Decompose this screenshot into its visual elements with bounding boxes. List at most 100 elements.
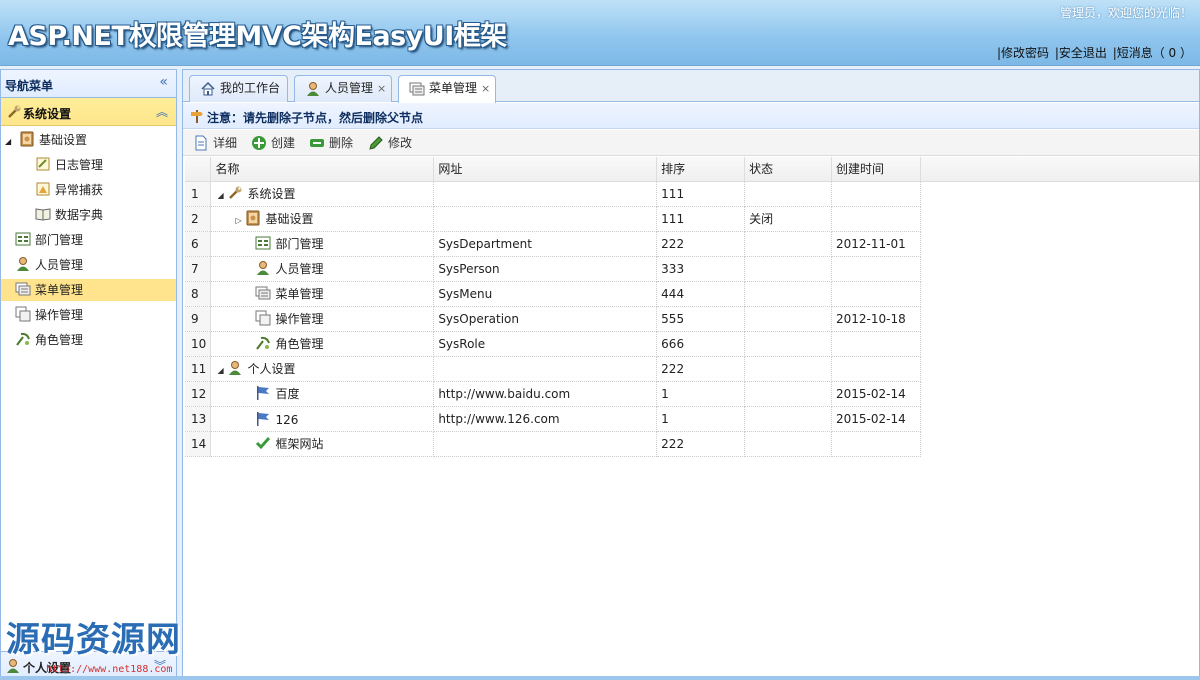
row-name: 菜单管理 (275, 287, 324, 301)
role-icon (16, 332, 30, 346)
status-cell: 关闭 (744, 206, 832, 232)
sidebar-item-role[interactable]: 角色管理 (15, 329, 83, 351)
sidebar-item-exception[interactable]: 异常捕获 (35, 179, 103, 201)
sidebar-item-label: 人员管理 (35, 258, 84, 272)
status-cell (744, 181, 832, 207)
sidebar: 导航菜单 « 系统设置 ︽ ◢ 基础设置 日志管理 异常捕获 数据字典 部门管理… (0, 69, 177, 680)
table-row[interactable]: 10 角色管理 SysRole 666 (185, 331, 922, 357)
tab-workbench[interactable]: 我的工作台 (189, 75, 288, 102)
column-header-name[interactable]: 名称 (210, 157, 435, 182)
app-header: ASP.NET权限管理MVC架构EasyUI框架 管理员，欢迎您的光临！ |修改… (0, 0, 1200, 66)
name-cell: ◢ 个人设置 (210, 356, 435, 382)
expand-arrow-icon[interactable]: ◢ (217, 366, 227, 375)
table-row[interactable]: 9 操作管理 SysOperation 555 2012-10-18 (185, 306, 922, 332)
close-icon[interactable]: × (377, 82, 386, 95)
row-name: 操作管理 (275, 312, 324, 326)
header-links: |修改密码 |安全退出 |短消息（ 0 ） (995, 44, 1192, 61)
tab-menu-management[interactable]: 菜单管理 × (398, 75, 496, 103)
sidebar-item-operation[interactable]: 操作管理 (15, 304, 83, 326)
accordion-title: 系统设置 (23, 107, 72, 121)
sidebar-item-label: 数据字典 (55, 208, 104, 222)
edit-button[interactable]: 修改 (368, 134, 412, 152)
operation-icon (15, 306, 31, 322)
status-cell (744, 356, 832, 382)
table-row[interactable]: 1 ◢ 系统设置 111 (185, 181, 922, 207)
column-header-sort[interactable]: 排序 (656, 157, 746, 182)
created-cell (831, 206, 922, 232)
create-button[interactable]: 创建 (251, 134, 295, 152)
dictionary-icon (35, 208, 51, 221)
pencil-icon (369, 136, 383, 150)
chevron-up-icon[interactable]: ︽ (156, 103, 168, 120)
table-row[interactable]: 11 ◢ 个人设置 222 (185, 356, 922, 382)
column-header-status[interactable]: 状态 (744, 157, 832, 182)
url-cell (433, 206, 658, 232)
menu-icon (255, 285, 271, 301)
row-number: 10 (185, 331, 212, 357)
accordion-system-settings[interactable]: 系统设置 ︽ (1, 98, 176, 126)
table-row[interactable]: 6 部门管理 SysDepartment 222 2012-11-01 (185, 231, 922, 257)
column-header-url[interactable]: 网址 (433, 157, 658, 182)
detail-button[interactable]: 详细 (193, 134, 237, 152)
collapse-sidebar-icon[interactable]: « (159, 74, 168, 90)
messages-link[interactable]: |短消息（ 0 ） (1113, 46, 1192, 60)
url-cell: SysMenu (433, 281, 658, 307)
url-cell: SysRole (433, 331, 658, 357)
status-cell (744, 281, 832, 307)
url-cell (433, 431, 658, 457)
delete-button[interactable]: 删除 (309, 134, 353, 152)
change-password-link[interactable]: |修改密码 (997, 46, 1049, 60)
created-cell (831, 356, 922, 382)
tab-person-management[interactable]: 人员管理 × (294, 75, 392, 102)
sort-cell: 1 (656, 406, 746, 432)
row-number: 1 (185, 181, 212, 207)
person-icon (17, 257, 29, 271)
url-cell: SysDepartment (433, 231, 658, 257)
notice-bar: 注意：请先删除子节点，然后删除父节点 (183, 103, 1199, 129)
logout-link[interactable]: |安全退出 (1055, 46, 1107, 60)
created-cell: 2012-10-18 (831, 306, 922, 332)
row-name: 百度 (275, 387, 300, 401)
sidebar-item-department[interactable]: 部门管理 (15, 229, 83, 251)
sort-cell: 111 (656, 181, 746, 207)
expand-arrow-icon[interactable]: ◢ (5, 137, 11, 146)
sidebar-item-person[interactable]: 人员管理 (15, 254, 83, 276)
close-icon[interactable]: × (481, 82, 490, 95)
created-cell (831, 181, 922, 207)
name-cell: 操作管理 (210, 306, 435, 332)
created-cell (831, 431, 922, 457)
menu-tree-grid: 名称 网址 排序 状态 创建时间 1 ◢ 系统设置 111 2 ▷ 基础设置 111 关闭 6 部门… (185, 157, 922, 457)
check-icon (255, 435, 271, 451)
person-icon (227, 360, 243, 376)
created-cell (831, 331, 922, 357)
status-cell (744, 381, 832, 407)
sidebar-title: 导航菜单 (5, 79, 54, 93)
book-icon (20, 131, 34, 147)
table-row[interactable]: 14 框架网站 222 (185, 431, 922, 457)
table-row[interactable]: 2 ▷ 基础设置 111 关闭 (185, 206, 922, 232)
menu-icon (409, 82, 425, 96)
role-icon (255, 335, 271, 351)
column-header-created[interactable]: 创建时间 (831, 157, 922, 182)
row-number: 9 (185, 306, 212, 332)
table-row[interactable]: 7 人员管理 SysPerson 333 (185, 256, 922, 282)
status-cell (744, 231, 832, 257)
sidebar-item-dictionary[interactable]: 数据字典 (35, 204, 103, 226)
url-cell (433, 356, 658, 382)
status-cell (744, 431, 832, 457)
table-row[interactable]: 13 126 http://www.126.com 1 2015-02-14 (185, 406, 922, 432)
sidebar-item-menu[interactable]: 菜单管理 (1, 279, 176, 301)
table-row[interactable]: 8 菜单管理 SysMenu 444 (185, 281, 922, 307)
table-row[interactable]: 12 百度 http://www.baidu.com 1 2015-02-14 (185, 381, 922, 407)
signpost-icon (191, 110, 203, 123)
row-number: 14 (185, 431, 212, 457)
created-cell: 2012-11-01 (831, 231, 922, 257)
row-number: 7 (185, 256, 212, 282)
expand-arrow-icon[interactable]: ◢ (217, 191, 227, 200)
sidebar-item-basic-settings[interactable]: ◢ 基础设置 (5, 129, 87, 151)
url-cell: SysPerson (433, 256, 658, 282)
minus-icon (310, 139, 324, 147)
sidebar-item-log[interactable]: 日志管理 (35, 154, 103, 176)
expand-arrow-icon[interactable]: ▷ (235, 216, 245, 225)
department-icon (255, 235, 271, 251)
